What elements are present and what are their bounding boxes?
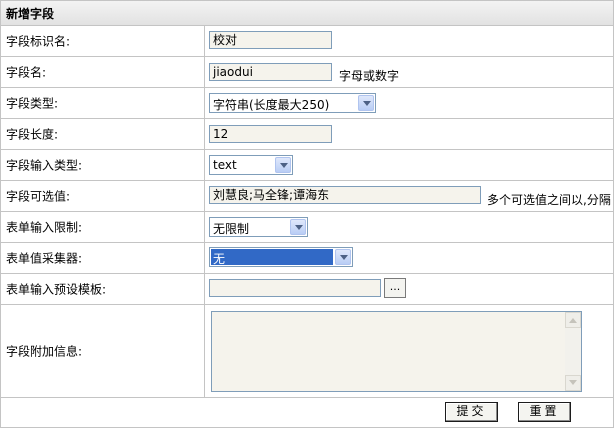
chevron-down-icon[interactable] — [335, 249, 351, 265]
field-name-hint: 字母或数字 — [339, 69, 400, 83]
input-limit-label: 表单输入限制: — [6, 220, 83, 235]
form-title: 新增字段 — [6, 7, 55, 21]
field-name-input[interactable]: jiaodui — [209, 63, 332, 81]
row-field-length: 字段长度: 12 — [1, 119, 613, 150]
chevron-down-icon[interactable] — [290, 219, 306, 235]
extra-info-label: 字段附加信息: — [6, 344, 83, 359]
row-display-name: 字段标识名: 校对 — [1, 26, 613, 57]
input-type-selected: text — [213, 158, 237, 172]
row-field-name: 字段名: jiaodui 字母或数字 — [1, 57, 613, 88]
field-type-label: 字段类型: — [6, 96, 59, 111]
field-length-label: 字段长度: — [6, 127, 59, 142]
row-input-limit: 表单输入限制: 无限制 — [1, 212, 613, 243]
add-field-form: 新增字段 字段标识名: 校对 字段名: jiaodui 字母或数字 字段类型: … — [0, 0, 614, 428]
form-header: 新增字段 — [1, 1, 613, 26]
input-limit-select[interactable]: 无限制 — [209, 217, 308, 237]
scroll-down-icon[interactable] — [565, 375, 581, 391]
display-name-input[interactable]: 校对 — [209, 31, 332, 49]
extra-info-textarea[interactable] — [211, 311, 582, 392]
reset-button[interactable]: 重置 — [518, 402, 571, 422]
options-label: 字段可选值: — [6, 189, 71, 204]
row-extra-info: 字段附加信息: — [1, 305, 613, 398]
collector-select[interactable]: 无 — [209, 247, 353, 267]
collector-label: 表单值采集器: — [6, 251, 83, 266]
textarea-scrollbar[interactable] — [565, 312, 581, 391]
form-actions: 提交 重置 — [1, 398, 613, 427]
field-length-input[interactable]: 12 — [209, 125, 332, 143]
row-preset-template: 表单输入预设模板: ... — [1, 274, 613, 305]
preset-template-input[interactable] — [209, 279, 381, 297]
input-limit-selected: 无限制 — [213, 222, 250, 236]
options-input[interactable]: 刘慧良;马全锋;谭海东 — [209, 186, 481, 204]
options-hint: 多个可选值之间以,分隔 — [487, 193, 611, 207]
row-options: 字段可选值: 刘慧良;马全锋;谭海东 多个可选值之间以,分隔 — [1, 181, 613, 212]
row-collector: 表单值采集器: 无 — [1, 243, 613, 274]
scroll-up-icon[interactable] — [565, 312, 581, 328]
input-type-label: 字段输入类型: — [6, 158, 83, 173]
collector-selected: 无 — [213, 252, 226, 266]
input-type-select[interactable]: text — [209, 155, 293, 175]
field-type-select[interactable]: 字符串(长度最大250) — [209, 93, 376, 113]
browse-button[interactable]: ... — [384, 278, 406, 298]
submit-button[interactable]: 提交 — [445, 402, 498, 422]
display-name-label: 字段标识名: — [6, 34, 71, 49]
chevron-down-icon[interactable] — [275, 157, 291, 173]
chevron-down-icon[interactable] — [358, 95, 374, 111]
row-input-type: 字段输入类型: text — [1, 150, 613, 181]
field-type-selected: 字符串(长度最大250) — [213, 98, 330, 112]
row-field-type: 字段类型: 字符串(长度最大250) — [1, 88, 613, 119]
field-name-label: 字段名: — [6, 65, 47, 80]
preset-template-label: 表单输入预设模板: — [6, 282, 107, 297]
